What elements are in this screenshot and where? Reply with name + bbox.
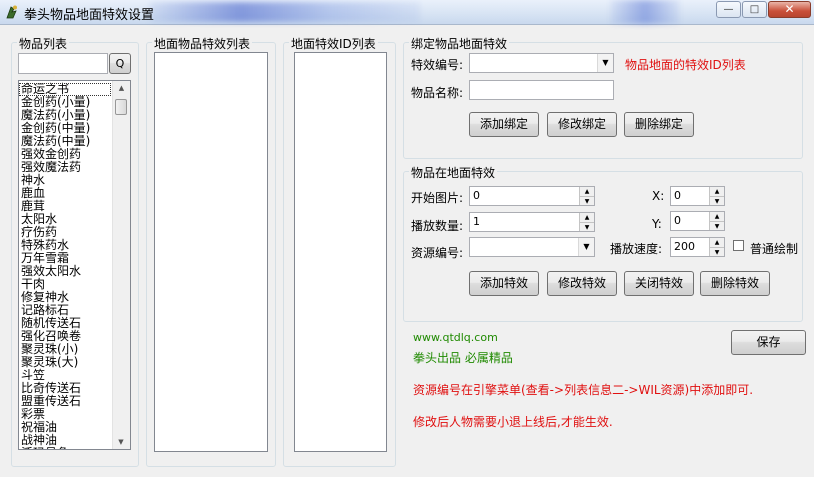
- scroll-thumb[interactable]: [115, 99, 127, 115]
- bind-group-label: 绑定物品地面特效: [409, 35, 510, 52]
- maximize-button[interactable]: □: [742, 1, 767, 18]
- item-list-label: 物品列表: [17, 35, 70, 52]
- item-list-scrollbar[interactable]: ▲ ▼: [112, 81, 130, 449]
- item-search-input[interactable]: [18, 53, 108, 74]
- effect-no-combo[interactable]: ▼: [469, 53, 614, 73]
- spin-up-icon[interactable]: ▲: [580, 213, 594, 223]
- add-effect-button[interactable]: 添加特效: [469, 271, 539, 296]
- window-title: 拳头物品地面特效设置: [24, 8, 155, 23]
- y-spinner[interactable]: 0 ▲ ▼: [670, 211, 725, 231]
- spin-up-icon[interactable]: ▲: [710, 212, 724, 222]
- spin-down-icon[interactable]: ▼: [580, 197, 594, 206]
- spin-down-icon[interactable]: ▼: [710, 222, 724, 231]
- spin-up-icon[interactable]: ▲: [710, 187, 724, 197]
- search-button[interactable]: Q: [109, 53, 131, 74]
- close-button[interactable]: ✕: [768, 1, 811, 18]
- y-value: 0: [674, 214, 681, 227]
- start-image-label: 开始图片:: [411, 191, 464, 205]
- website-link[interactable]: www.qtdlq.com: [413, 331, 498, 344]
- play-count-value: 1: [473, 215, 480, 228]
- start-image-spinner[interactable]: 0 ▲ ▼: [469, 186, 595, 206]
- add-bind-button[interactable]: 添加绑定: [469, 112, 539, 137]
- ground-effect-list-label: 地面物品特效列表: [152, 35, 253, 52]
- spin-down-icon[interactable]: ▼: [580, 223, 594, 232]
- x-spinner[interactable]: 0 ▲ ▼: [670, 186, 725, 206]
- obscured-region: [150, 2, 420, 22]
- modify-bind-button[interactable]: 修改绑定: [547, 112, 617, 137]
- effect-group-label: 物品在地面特效: [409, 164, 498, 181]
- modify-effect-button[interactable]: 修改特效: [547, 271, 617, 296]
- chevron-down-icon[interactable]: ▼: [597, 54, 613, 72]
- item-name-label: 物品名称:: [411, 86, 464, 100]
- save-button[interactable]: 保存: [731, 330, 806, 355]
- speed-spinner[interactable]: 200 ▲ ▼: [670, 237, 725, 257]
- obscured-region: [610, 0, 680, 24]
- x-label: X:: [652, 189, 665, 203]
- resource-no-combo[interactable]: ▼: [469, 237, 595, 257]
- scroll-down-arrow-icon[interactable]: ▼: [113, 435, 129, 449]
- effect-id-list-label: 地面特效ID列表: [289, 35, 378, 52]
- item-list[interactable]: 命运之书 金创药(小量) 魔法药(小量) 金创药(中量) 魔法药(中量) 强效金创药 强效魔…: [18, 80, 131, 450]
- normal-draw-checkbox[interactable]: [733, 240, 744, 251]
- ground-effect-list[interactable]: [154, 52, 268, 452]
- spin-up-icon[interactable]: ▲: [710, 238, 724, 248]
- resource-note: 资源编号在引擎菜单(查看->列表信息二->WIL资源)中添加即可.: [413, 383, 754, 397]
- restart-note: 修改后人物需要小退上线后,才能生效.: [413, 415, 613, 429]
- effect-id-list[interactable]: [294, 52, 387, 452]
- normal-draw-label: 普通绘制: [750, 242, 799, 256]
- x-value: 0: [674, 189, 681, 202]
- play-count-spinner[interactable]: 1 ▲ ▼: [469, 212, 595, 232]
- resource-no-label: 资源编号:: [411, 246, 464, 260]
- chevron-down-icon[interactable]: ▼: [578, 238, 594, 256]
- app-icon: [6, 5, 17, 19]
- delete-bind-button[interactable]: 删除绑定: [624, 112, 694, 137]
- spin-up-icon[interactable]: ▲: [580, 187, 594, 197]
- slogan-text: 拳头出品 必属精品: [413, 351, 513, 365]
- delete-effect-button[interactable]: 删除特效: [700, 271, 770, 296]
- close-effect-button[interactable]: 关闭特效: [624, 271, 694, 296]
- spin-down-icon[interactable]: ▼: [710, 248, 724, 257]
- start-image-value: 0: [473, 189, 480, 202]
- effect-no-label: 特效编号:: [411, 58, 464, 72]
- spin-down-icon[interactable]: ▼: [710, 197, 724, 206]
- effect-id-hint: 物品地面的特效ID列表: [625, 58, 746, 72]
- minimize-button[interactable]: —: [716, 1, 741, 18]
- item-name-field[interactable]: [469, 80, 614, 100]
- play-count-label: 播放数量:: [411, 219, 464, 233]
- speed-value: 200: [674, 240, 695, 253]
- y-label: Y:: [652, 217, 662, 231]
- speed-label: 播放速度:: [610, 242, 663, 256]
- scroll-up-arrow-icon[interactable]: ▲: [113, 81, 130, 95]
